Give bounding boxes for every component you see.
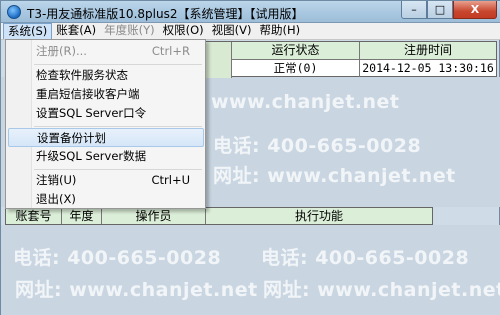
menu-item-upgrade-sql[interactable]: 升级SQL Server数据 (8, 147, 204, 166)
column-header-function: 执行功能 (206, 208, 432, 224)
menu-item-label: 注册(R)... (36, 44, 87, 58)
menu-item-register[interactable]: 注册(R)... Ctrl+R (8, 42, 204, 61)
menu-view[interactable]: 视图(V) (208, 23, 256, 39)
menu-item-label: 重启短信接收客户端 (36, 87, 140, 101)
menu-item-sql-password[interactable]: 设置SQL Server口令 (8, 104, 204, 123)
menu-item-label: 注销(U) (36, 173, 77, 187)
menu-item-check-service[interactable]: 检查软件服务状态 (8, 66, 204, 85)
maximize-button[interactable]: □ (427, 1, 453, 19)
login-table: 账套号 年度 操作员 执行功能 (5, 207, 433, 225)
menu-item-label: 退出(X) (36, 192, 76, 206)
column-header-registered: 注册时间 (360, 42, 496, 60)
watermark-site: 网址: www.chanjet.net (213, 165, 456, 187)
window-title: T3-用友通标准版10.8plus2【系统管理】【试用版】 (27, 7, 304, 21)
menu-separator (34, 126, 202, 127)
status-cell[interactable]: 正常(0) (232, 60, 360, 77)
menu-annual-account[interactable]: 年度账(Y) (100, 23, 159, 39)
menu-item-label: 升级SQL Server数据 (36, 149, 147, 163)
column-header-year: 年度 (62, 208, 102, 224)
server-status-table: 运行状态 注册时间 正常(0) 2014-12-05 13:30:16 (205, 41, 497, 78)
menu-item-backup-plan[interactable]: 设置备份计划 (8, 128, 204, 147)
watermark-site: 网址: www.chanjet.net (263, 279, 500, 301)
watermark-phone: 电话: 400-665-0028 (13, 247, 222, 269)
menu-bar: 系统(S) 账套(A) 年度账(Y) 权限(O) 视图(V) 帮助(H) (1, 23, 500, 40)
column-header-status: 运行状态 (232, 42, 360, 60)
system-menu-dropdown: 注册(R)... Ctrl+R 检查软件服务状态 重启短信接收客户端 设置SQL… (5, 39, 206, 209)
menu-separator (34, 64, 202, 65)
menu-system[interactable]: 系统(S) (3, 23, 53, 39)
menu-item-logout[interactable]: 注销(U) Ctrl+U (8, 171, 204, 190)
menu-account-set[interactable]: 账套(A) (52, 23, 100, 39)
main-window: T3-用友通标准版10.8plus2【系统管理】【试用版】 – □ X 系统(S… (0, 0, 500, 315)
registered-time-cell[interactable]: 2014-12-05 13:30:16 (360, 60, 496, 77)
column-header-operator: 操作员 (102, 208, 206, 224)
column-header-account-no: 账套号 (6, 208, 62, 224)
menu-item-label: 设置备份计划 (37, 131, 106, 145)
menu-item-label: 设置SQL Server口令 (36, 106, 147, 120)
window-controls: – □ X (401, 1, 497, 19)
menu-permissions[interactable]: 权限(O) (159, 23, 208, 39)
minimize-button[interactable]: – (401, 1, 427, 19)
close-button[interactable]: X (453, 1, 497, 19)
menu-item-shortcut: Ctrl+U (151, 173, 190, 187)
menu-item-restart-sms[interactable]: 重启短信接收客户端 (8, 85, 204, 104)
watermark-site: www.chanjet.net (211, 91, 400, 113)
watermark-phone: 电话: 400-665-0028 (213, 135, 422, 157)
menu-item-label: 检查软件服务状态 (36, 68, 128, 82)
menu-item-shortcut: Ctrl+R (151, 44, 190, 58)
app-logo-icon (7, 5, 21, 19)
menu-separator (34, 169, 202, 170)
menu-item-exit[interactable]: 退出(X) (8, 190, 204, 209)
row-selector-column (206, 42, 232, 78)
title-bar[interactable]: T3-用友通标准版10.8plus2【系统管理】【试用版】 – □ X (1, 1, 500, 23)
watermark-site: 网址: www.chanjet.net (15, 279, 258, 301)
watermark-phone: 电话: 400-665-0028 (261, 247, 470, 269)
menu-help[interactable]: 帮助(H) (256, 23, 305, 39)
